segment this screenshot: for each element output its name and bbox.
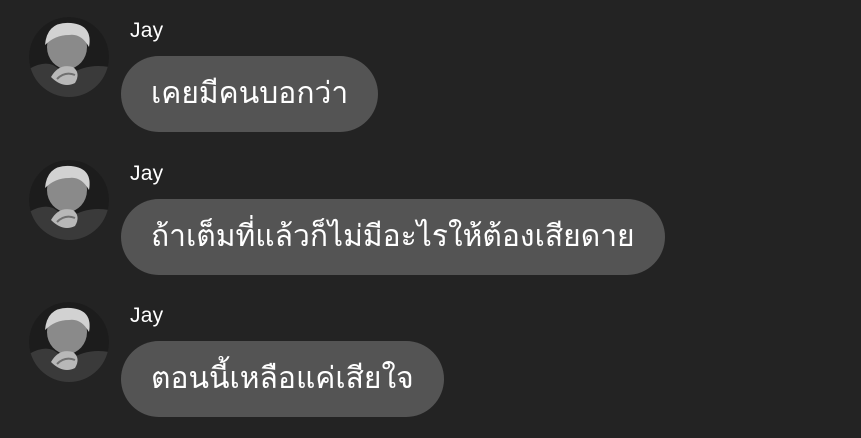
profile-photo-icon: [29, 160, 109, 240]
message-row: Jay เคยมีคนบอกว่า: [0, 0, 861, 142]
chat-thread: Jay เคยมีคนบอกว่า Jay ถ้าเต็มที่แล้วก็ไม…: [0, 0, 861, 438]
sender-name: Jay: [130, 19, 164, 42]
sender-name: Jay: [130, 162, 164, 185]
sender-name: Jay: [130, 304, 164, 327]
avatar[interactable]: [29, 302, 109, 382]
message-row: Jay ตอนนี้เหลือแค่เสียใจ: [0, 285, 861, 427]
message-bubble[interactable]: ตอนนี้เหลือแค่เสียใจ: [121, 341, 444, 417]
avatar[interactable]: [29, 160, 109, 240]
message-bubble[interactable]: เคยมีคนบอกว่า: [121, 56, 379, 132]
profile-photo-icon: [29, 17, 109, 97]
message-bubble[interactable]: ถ้าเต็มที่แล้วก็ไม่มีอะไรให้ต้องเสียดาย: [121, 199, 665, 275]
message-row: Jay ถ้าเต็มที่แล้วก็ไม่มีอะไรให้ต้องเสีย…: [0, 143, 861, 285]
avatar[interactable]: [29, 17, 109, 97]
profile-photo-icon: [29, 302, 109, 382]
